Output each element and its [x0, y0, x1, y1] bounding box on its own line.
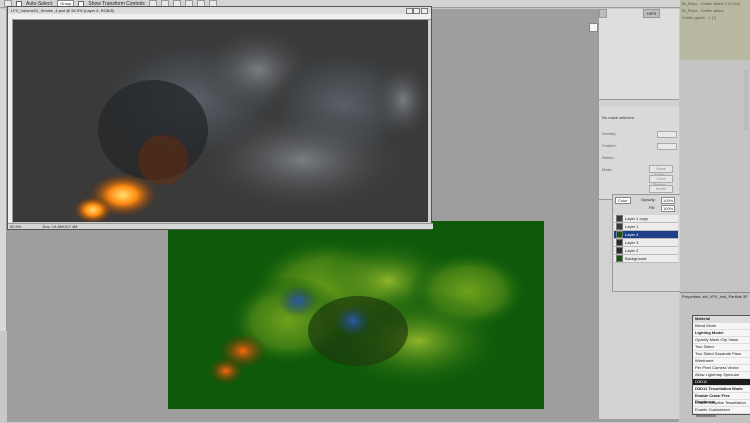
properties-menu-item[interactable]: Enable Customized Tessellation [693, 407, 750, 418]
layers-panel: Color Opacity: 100% Fill: 100% Layer 1 c… [612, 194, 682, 292]
refine-label: Refine: [602, 155, 615, 160]
opacity-value[interactable]: 100% [661, 197, 676, 204]
properties-menu-item[interactable]: Enable Adaptive Tessellation [693, 400, 750, 407]
mask-properties-panel: No mask selected Density: Feather: Refin… [599, 107, 679, 200]
density-field[interactable] [657, 131, 677, 138]
feather-label: Feather: [602, 143, 617, 148]
layer-row[interactable]: Layer 3 [614, 239, 678, 247]
toolbox [0, 9, 7, 331]
info-line-2: Bl_Repo - Soliter alfred [682, 8, 724, 13]
panels-dock: HIPS No mask selected Density: Feather: … [589, 9, 682, 419]
info-line-3: Soliter gaslin - 1 [?] [682, 15, 717, 20]
document-status-bar: 50.9% Doc: 19.8M/107.4M [8, 223, 433, 229]
color-range-button[interactable]: Color Range... [649, 175, 673, 187]
properties-menu-item[interactable]: D3D11 [693, 379, 750, 386]
layer-name: Background [625, 256, 647, 261]
document-title: LFX_Volume01_Smoke_4.psd @ 50.9% (Layer … [11, 8, 115, 13]
layer-thumbnail [616, 231, 623, 239]
layer-thumbnail [616, 247, 623, 255]
layer-thumbnail [616, 223, 623, 231]
properties-menu-item[interactable]: D3D11 Tessellation Mode [693, 386, 750, 393]
properties-title: Properties: sfx_VFX_Inst_Particle 3F [682, 294, 748, 299]
properties-menu-item[interactable]: Lighting Model [693, 330, 750, 337]
feather-field[interactable] [657, 143, 677, 150]
invert-button[interactable]: Invert [649, 185, 673, 193]
info-panel: Bl_Repo - Soliter alfred 3 d (Ctrl) Bl_R… [680, 0, 750, 60]
mask-edge-button[interactable]: Mask Edge... [649, 165, 673, 177]
layer-thumbnail [616, 255, 623, 263]
properties-menu-item[interactable]: Opacity Mask Clip Value [693, 337, 750, 344]
fill-value[interactable]: 100% [661, 205, 676, 212]
properties-menu-item[interactable]: Per Pixel Camera Vector [693, 365, 750, 372]
fill-label: Fill: [649, 205, 656, 210]
layer-name: Layer 1 [625, 224, 639, 229]
properties-menu-item[interactable]: Wireframe [693, 358, 750, 365]
smoke-document-window[interactable]: LFX_Volume01_Smoke_4.psd @ 50.9% (Layer … [7, 6, 433, 230]
layer-name: Layer 2 [625, 248, 639, 253]
masks-panel: HIPS [589, 9, 679, 100]
properties-menu-item[interactable]: Material [693, 316, 750, 323]
blend-mode-select[interactable]: Color [615, 197, 631, 204]
layer-row[interactable]: Layer 1 copy [614, 215, 678, 223]
properties-menu-item[interactable]: Two Sided Separate Pass [693, 351, 750, 358]
editor-side-panel [680, 60, 750, 292]
properties-panel: Properties: sfx_VFX_Inst_Particle 3F Mat… [680, 292, 750, 423]
tab-adjustments[interactable] [599, 9, 607, 18]
mask-label: Mask: [602, 167, 613, 172]
layer-row[interactable]: Layer 2 [614, 247, 678, 255]
layer-row[interactable]: Layer 1 [614, 223, 678, 231]
tab-hips[interactable]: HIPS [643, 9, 661, 18]
smoke-image [13, 20, 428, 222]
layer-name: Layer 3 [625, 240, 639, 245]
density-label: Density: [602, 131, 617, 136]
adjust-brightness-icon[interactable] [589, 23, 598, 32]
layer-name: Layer 1 copy [625, 216, 648, 221]
properties-menu-item[interactable]: Allow Lightmap Specular [693, 372, 750, 379]
layer-row[interactable]: Background [614, 255, 678, 263]
properties-menu: Material Blend Mode Lighting Model Opacity … [692, 315, 750, 418]
layer-row[interactable]: Layer 4 [614, 231, 678, 239]
layer-thumbnail [616, 239, 623, 247]
properties-menu-item[interactable]: Enable Crack Free Displacem [693, 393, 750, 404]
layer-name: Layer 4 [625, 232, 639, 237]
properties-menu-item[interactable]: Blend Mode [693, 323, 750, 330]
no-mask-label: No mask selected [602, 115, 634, 120]
zoom-readout: 50.9% [10, 224, 22, 229]
properties-menu-item[interactable]: Two Sided [693, 344, 750, 351]
green-smoke-document[interactable] [168, 221, 544, 409]
doc-size-readout: Doc: 19.8M/107.4M [42, 224, 78, 229]
green-smoke-image [208, 236, 528, 391]
info-line-1: Bl_Repo - Soliter alfred 3 d (Ctrl) [682, 1, 741, 6]
layer-thumbnail [616, 215, 623, 223]
opacity-label: Opacity: [641, 197, 656, 202]
side-scrollbar[interactable] [744, 70, 748, 130]
